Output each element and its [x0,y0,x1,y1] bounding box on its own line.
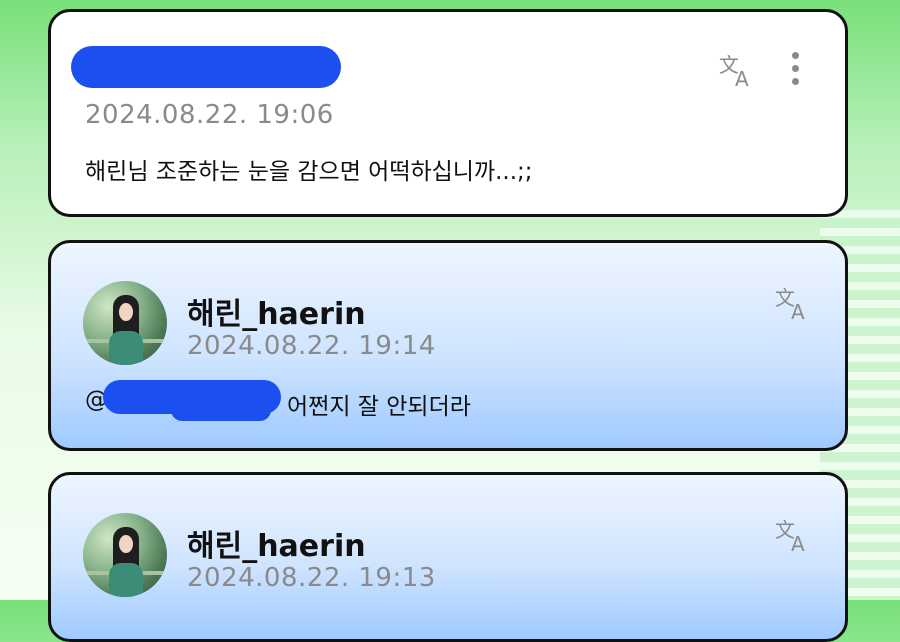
reply-username[interactable]: 해린_haerin [187,289,366,333]
reply-username[interactable]: 해린_haerin [187,521,366,565]
translate-icon[interactable]: 文 A [773,515,813,556]
svg-text:A: A [791,532,805,555]
more-vertical-icon[interactable] [789,52,801,92]
translate-icon[interactable]: 文 A [773,283,813,324]
svg-text:A: A [735,67,749,90]
reply-date: 2024.08.22. 19:13 [187,563,436,593]
reply-card: 해린_haerin 文 A 2024.08.22. 19:13 [48,472,848,642]
comment-text: 해린님 조준하는 눈을 감으면 어떡하십니까...;; [85,159,533,185]
redacted-mention [171,399,271,421]
reply-card: 해린_haerin 文 A 2024.08.22. 19:14 @ 어쩐지 잘 … [48,240,848,451]
comment-date: 2024.08.22. 19:06 [85,100,334,130]
avatar[interactable] [83,281,167,365]
redacted-username [81,52,291,82]
comment-card: 文 A 2024.08.22. 19:06 해린님 조준하는 눈을 감으면 어떡… [48,9,848,217]
translate-icon[interactable]: 文 A [717,50,757,91]
reply-text: 어쩐지 잘 안되더라 [287,394,471,420]
reply-date: 2024.08.22. 19:14 [187,331,436,361]
avatar[interactable] [83,513,167,597]
svg-text:A: A [791,300,805,323]
